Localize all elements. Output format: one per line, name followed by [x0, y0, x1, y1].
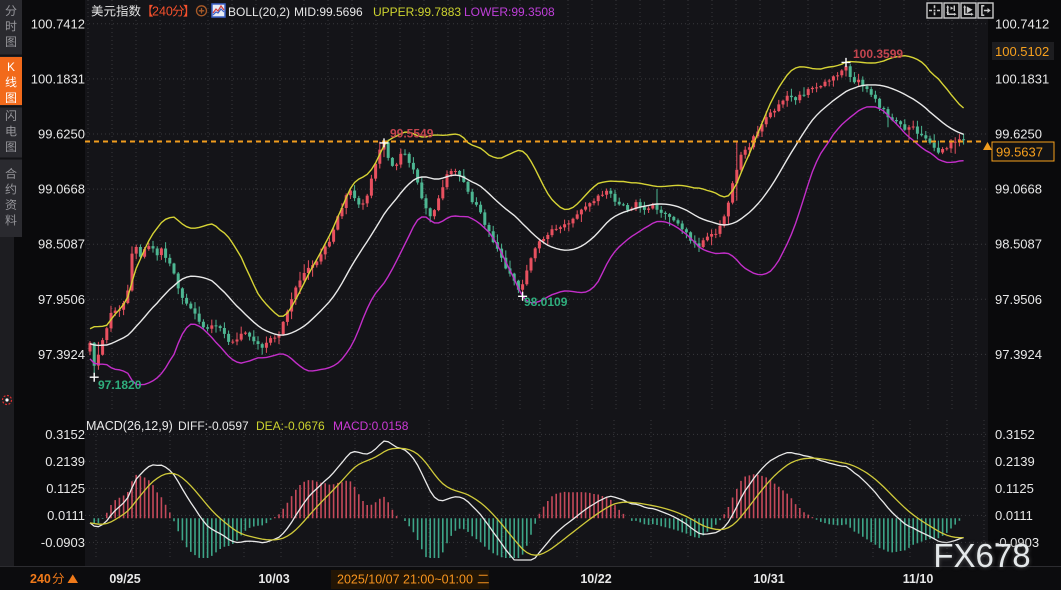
svg-text:100.7412: 100.7412	[995, 16, 1049, 31]
svg-text:99.5549: 99.5549	[390, 127, 434, 141]
svg-text:98.5087: 98.5087	[38, 237, 85, 252]
svg-text:BOLL(20,2): BOLL(20,2)	[228, 5, 290, 19]
svg-text:98.0109: 98.0109	[524, 295, 568, 309]
svg-text:100.3599: 100.3599	[853, 47, 903, 61]
svg-text:LOWER:99.3508: LOWER:99.3508	[464, 5, 555, 19]
svg-text:DEA:-0.0676: DEA:-0.0676	[256, 419, 325, 433]
svg-text:10/31: 10/31	[753, 572, 784, 586]
svg-text:97.1820: 97.1820	[98, 378, 142, 392]
svg-text:MACD:0.0158: MACD:0.0158	[333, 419, 409, 433]
svg-text:99.0668: 99.0668	[38, 182, 85, 197]
svg-text:10/03: 10/03	[258, 572, 289, 586]
svg-text:0.3152: 0.3152	[45, 427, 85, 442]
svg-text:100.1831: 100.1831	[31, 71, 85, 86]
svg-text:99.6250: 99.6250	[38, 127, 85, 142]
svg-text:0.0111: 0.0111	[47, 508, 85, 523]
svg-text:09/25: 09/25	[109, 572, 140, 586]
svg-text:100.5102: 100.5102	[995, 44, 1049, 59]
svg-text:240: 240	[152, 5, 173, 19]
svg-text:11/10: 11/10	[903, 572, 934, 586]
svg-text:97.9506: 97.9506	[38, 292, 85, 307]
svg-text:99.6250: 99.6250	[995, 127, 1042, 142]
svg-text:97.3924: 97.3924	[995, 347, 1042, 362]
svg-text:0.1125: 0.1125	[995, 481, 1034, 496]
svg-text:-0.0903: -0.0903	[41, 535, 85, 550]
svg-text:240: 240	[30, 572, 51, 586]
svg-text:MID:99.5696: MID:99.5696	[294, 5, 363, 19]
svg-text:MACD(26,12,9): MACD(26,12,9)	[86, 419, 173, 433]
svg-text:100.7412: 100.7412	[31, 16, 85, 31]
svg-text:0.2139: 0.2139	[45, 454, 85, 469]
svg-text:UPPER:99.7883: UPPER:99.7883	[373, 5, 461, 19]
svg-text:99.5637: 99.5637	[996, 145, 1043, 160]
svg-text:97.9506: 97.9506	[995, 292, 1042, 307]
svg-text:99.0668: 99.0668	[995, 182, 1042, 197]
svg-text:97.3924: 97.3924	[38, 347, 85, 362]
svg-text:98.5087: 98.5087	[995, 237, 1042, 252]
svg-text:0.1125: 0.1125	[46, 481, 85, 496]
svg-text:DIFF:-0.0597: DIFF:-0.0597	[178, 419, 249, 433]
svg-text:FX678: FX678	[933, 537, 1030, 574]
svg-text:K: K	[7, 60, 15, 74]
svg-text:0.0111: 0.0111	[995, 508, 1033, 523]
svg-text:10/22: 10/22	[580, 572, 611, 586]
svg-text:100.1831: 100.1831	[995, 71, 1049, 86]
svg-text:0.3152: 0.3152	[995, 427, 1035, 442]
svg-text:0.2139: 0.2139	[995, 454, 1035, 469]
svg-text:2025/10/07 21:00~01:00: 2025/10/07 21:00~01:00	[337, 573, 473, 587]
